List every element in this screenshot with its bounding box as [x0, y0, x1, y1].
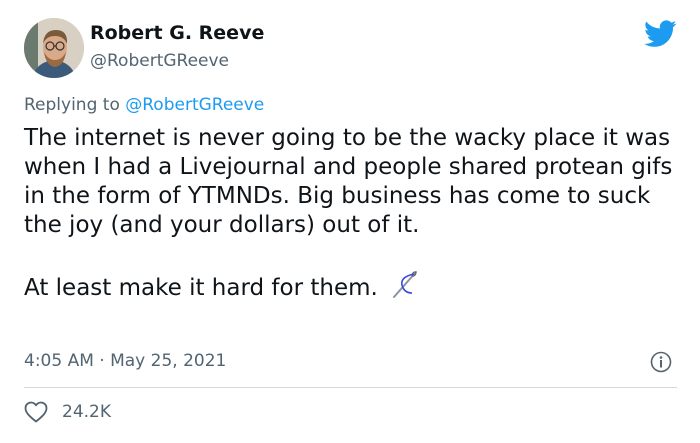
info-icon[interactable] [650, 351, 672, 373]
replying-to: Replying to @RobertGReeve [24, 95, 264, 115]
tweet-paragraph-2-line: At least make it hard for them. [24, 269, 679, 307]
author-display-name[interactable]: Robert G. Reeve [90, 22, 264, 44]
sewing-needle-icon [390, 269, 420, 307]
tweet-paragraph-1: The internet is never going to be the wa… [24, 125, 673, 238]
like-button[interactable]: 24.2K [24, 401, 111, 423]
author-handle[interactable]: @RobertGReeve [90, 51, 229, 71]
replying-to-label: Replying to [24, 95, 120, 115]
heart-icon[interactable] [24, 401, 48, 423]
replying-to-handle-link[interactable]: @RobertGReeve [125, 95, 264, 115]
divider [24, 387, 677, 388]
tweet-paragraph-2: At least make it hard for them. [24, 275, 378, 301]
twitter-bird-icon[interactable] [644, 20, 677, 48]
like-count: 24.2K [62, 402, 111, 422]
tweet-timestamp[interactable]: 4:05 AM · May 25, 2021 [24, 351, 226, 371]
tweet-text: The internet is never going to be the wa… [24, 124, 679, 307]
avatar[interactable] [24, 18, 84, 78]
